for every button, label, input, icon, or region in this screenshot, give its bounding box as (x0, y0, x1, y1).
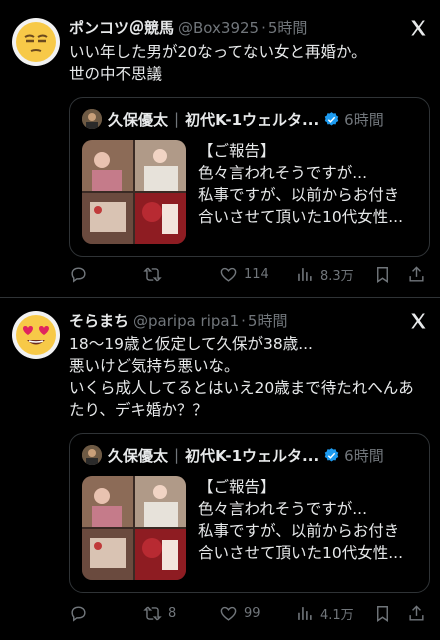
quoted-text: 【ご報告】 色々言われそうですが... 私事ですが、以前からお付き 合いさせて頂… (198, 142, 404, 226)
display-name[interactable]: ポンコツ＠競馬 (69, 17, 174, 38)
bookmark-icon (377, 266, 388, 283)
quoted-avatar (82, 109, 102, 129)
repost-icon (143, 606, 162, 620)
quoted-time: 6時間 (344, 110, 384, 129)
post-time[interactable]: 5時間 (248, 310, 288, 331)
quoted-display-title: 初代K-1ウェルタ... (185, 446, 320, 465)
post-1[interactable]: ポンコツ＠競馬 @Box3925 · 5時間 いい年した男が20なってない女と再… (0, 0, 440, 296)
post-text: 18〜19歳と仮定して久保が38歳... 悪いけど気持ち悪いな。 いくら成人して… (69, 335, 414, 419)
verified-badge-icon (324, 111, 339, 126)
repost-button[interactable] (143, 262, 168, 286)
post-header: そらまち @paripa ripa1 · 5時間 (69, 310, 288, 331)
post-actions: 114 8.3万 (69, 262, 429, 286)
quoted-post-header: 久保優太 | 初代K-1ウェルタ... 6時間 (82, 444, 422, 466)
quoted-time: 6時間 (344, 446, 384, 465)
views-icon (298, 267, 312, 281)
like-button[interactable]: 99 (219, 601, 261, 625)
share-button[interactable] (407, 262, 426, 286)
like-icon (220, 267, 237, 282)
quoted-media-thumbnail[interactable] (82, 140, 186, 244)
reply-button[interactable] (69, 601, 94, 625)
views-button[interactable]: 4.1万 (295, 601, 354, 625)
repost-icon (143, 267, 162, 281)
quoted-avatar (82, 445, 102, 465)
user-handle[interactable]: @Box3925 (178, 19, 259, 37)
x-logo-icon (411, 313, 426, 329)
avatar-heart-eyes-emoji[interactable] (12, 311, 60, 359)
quoted-post[interactable]: 久保優太 | 初代K-1ウェルタ... 6時間 【ご報告】 色々言われそうですが… (69, 433, 430, 593)
avatar-unamused-emoji[interactable] (12, 18, 60, 66)
quoted-display-title: 初代K-1ウェルタ... (185, 110, 320, 129)
quoted-display-name: 久保優太 (108, 446, 169, 465)
like-icon (220, 606, 237, 621)
reply-icon (71, 266, 86, 283)
repost-button[interactable]: 8 (143, 601, 176, 625)
views-button[interactable]: 8.3万 (295, 262, 354, 286)
user-handle[interactable]: @paripa ripa1 (133, 312, 239, 330)
share-icon (409, 265, 424, 282)
views-icon (298, 606, 312, 620)
share-button[interactable] (407, 601, 426, 625)
bookmark-button[interactable] (373, 262, 392, 286)
share-icon (409, 604, 424, 621)
quoted-post-header: 久保優太 | 初代K-1ウェルタ... 6時間 (82, 108, 422, 130)
post-text: いい年した男が20なってない女と再婚か。 世の中不思議 (69, 43, 367, 83)
verified-badge-icon (324, 447, 339, 462)
quoted-post[interactable]: 久保優太 | 初代K-1ウェルタ... 6時間 【ご報告】 色々言われそうですが… (69, 97, 430, 257)
bookmark-button[interactable] (373, 601, 392, 625)
post-2[interactable]: そらまち @paripa ripa1 · 5時間 18〜19歳と仮定して久保が3… (0, 299, 440, 640)
like-count: 114 (244, 266, 269, 282)
post-time[interactable]: 5時間 (268, 17, 308, 38)
reply-button[interactable] (69, 262, 94, 286)
like-count: 99 (244, 605, 261, 621)
like-button[interactable]: 114 (219, 262, 269, 286)
quoted-media-thumbnail[interactable] (82, 476, 186, 580)
reply-icon (71, 605, 86, 622)
post-divider (0, 297, 440, 298)
quoted-text: 【ご報告】 色々言われそうですが... 私事ですが、以前からお付き 合いさせて頂… (198, 478, 404, 562)
post-actions: 8 99 4.1万 (69, 601, 429, 625)
x-logo-icon (411, 20, 426, 36)
post-header: ポンコツ＠競馬 @Box3925 · 5時間 (69, 17, 308, 38)
display-name[interactable]: そらまち (69, 310, 129, 331)
quoted-display-name: 久保優太 (108, 110, 169, 129)
views-count: 8.3万 (320, 268, 354, 284)
views-count: 4.1万 (320, 607, 354, 623)
repost-count: 8 (168, 605, 177, 621)
bookmark-icon (377, 605, 388, 622)
